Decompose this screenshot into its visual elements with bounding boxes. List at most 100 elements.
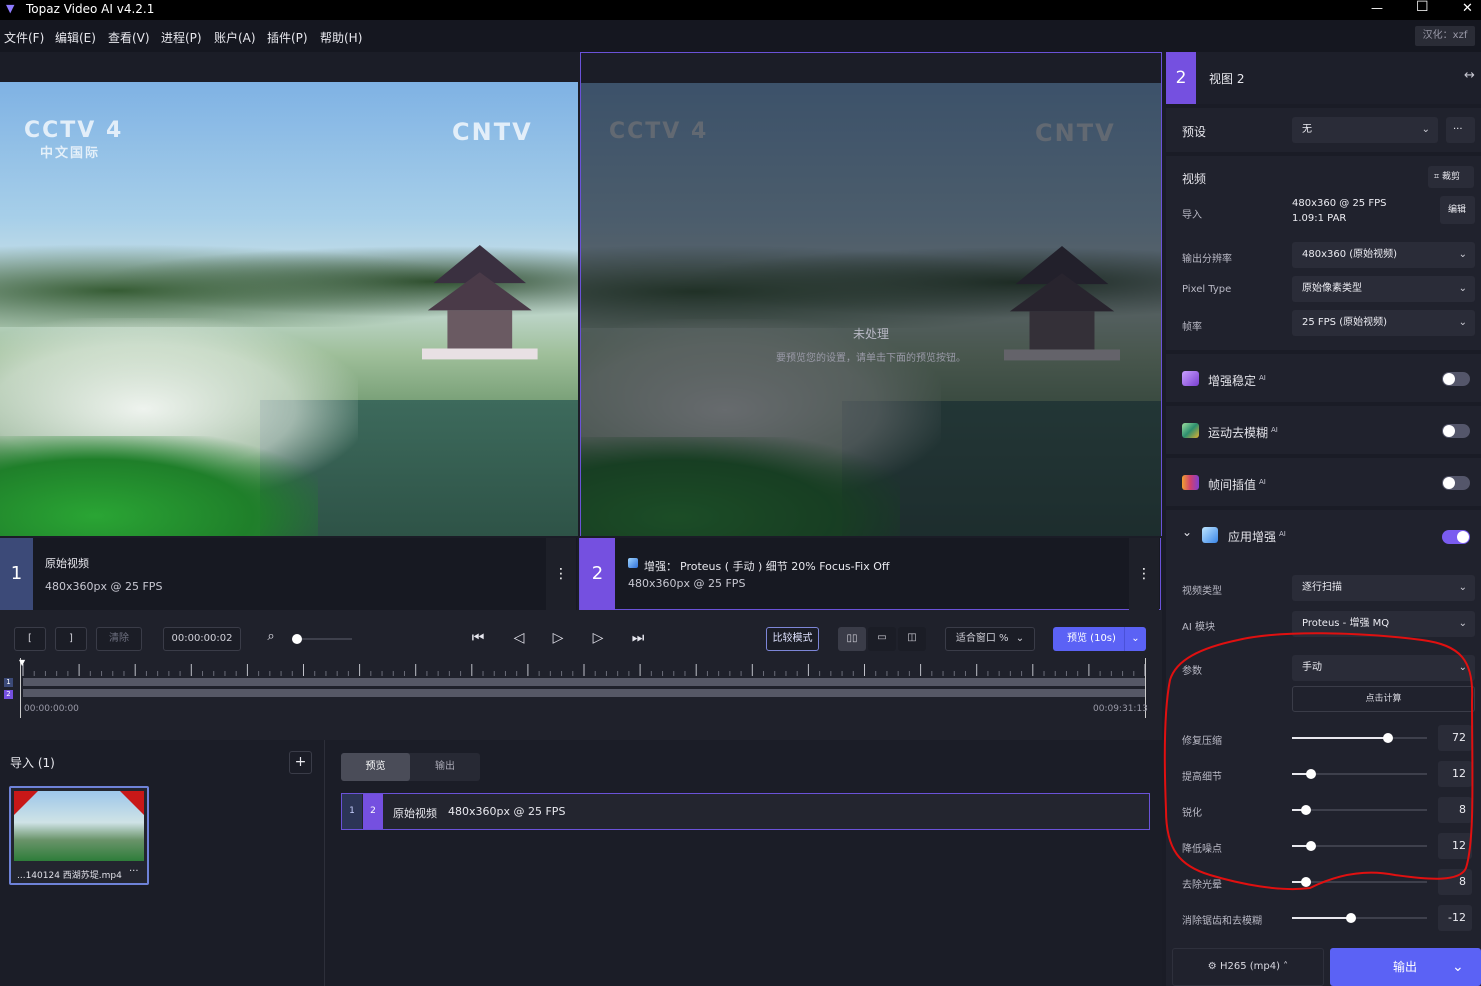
enhanced-video-view[interactable]: CCTV 4 CNTV 未处理 要预览您的设置，请单击下面的预览按钮。 (580, 52, 1162, 536)
mark-out-button[interactable]: ] (55, 627, 87, 651)
param-value-field[interactable]: 12 (1438, 833, 1472, 859)
menu-process[interactable]: 进程(P) (161, 29, 202, 46)
add-import-button[interactable]: + (289, 751, 312, 774)
param-value-field[interactable]: 8 (1438, 797, 1472, 823)
compare-mode-button[interactable]: 比较模式 (766, 627, 819, 651)
chevron-down-icon: ⌄ (1458, 283, 1467, 294)
pane1-name: 原始视频 (45, 557, 89, 570)
queue-row-num2: 2 (363, 794, 383, 829)
pane1-more-icon[interactable]: ⋮ (546, 538, 576, 610)
param-slider[interactable] (1292, 840, 1427, 852)
transport-bar: [ ] 清除 00:00:00:02 ⌕ ⏮ ◁ ▷ ▷ ⏭ 比较模式 ▯▯ ▭… (0, 610, 1162, 740)
param-value-field[interactable]: 8 (1438, 869, 1472, 895)
menu-file[interactable]: 文件(F) (4, 29, 44, 46)
export-button[interactable]: 输出 ⌄ (1330, 948, 1481, 986)
param-value-field[interactable]: 72 (1438, 725, 1472, 751)
pane2-more-icon[interactable]: ⋮ (1129, 538, 1159, 610)
params-dropdown[interactable]: 手动 ⌄ (1292, 655, 1475, 681)
pane2-enh-prefix: 增强： (644, 560, 677, 573)
step-forward-icon[interactable]: ▷ (588, 630, 608, 646)
zoom-slider[interactable] (292, 633, 352, 645)
queue-row-spec: 480x360px @ 25 FPS (448, 805, 566, 818)
timeline-start-time: 00:00:00:00 (24, 704, 79, 714)
clear-button[interactable]: 清除 (96, 627, 142, 651)
param-slider-row: 修复压缩 72 (1166, 724, 1481, 752)
menu-edit[interactable]: 编辑(E) (55, 29, 96, 46)
menu-account[interactable]: 账户(A) (214, 29, 256, 46)
ai-model-dropdown[interactable]: Proteus - 增强 MQ ⌄ (1292, 611, 1475, 637)
playhead-icon[interactable]: ▼ (19, 658, 25, 667)
param-slider[interactable] (1292, 768, 1427, 780)
original-video-view[interactable]: CCTV 4 中文国际 CNTV (0, 82, 578, 536)
side-by-side-view-icon[interactable]: ▯▯ (838, 627, 866, 651)
timeline[interactable]: 00:00:00:00 00:09:31:13 ▼ (19, 658, 1148, 718)
preview-dropdown-icon[interactable]: ⌄ (1124, 627, 1146, 651)
go-start-icon[interactable]: ⏮ (468, 630, 488, 646)
step-back-icon[interactable]: ◁ (509, 630, 529, 646)
param-slider[interactable] (1292, 912, 1427, 924)
mark-in-button[interactable]: [ (14, 627, 46, 651)
fps-dropdown[interactable]: 25 FPS (原始视频) ⌄ (1292, 310, 1475, 336)
param-label: 去除光晕 (1182, 880, 1222, 891)
param-value-field[interactable]: -12 (1438, 905, 1472, 931)
deblur-toggle[interactable] (1442, 424, 1470, 438)
preset-value: 无 (1302, 124, 1312, 135)
param-slider[interactable] (1292, 732, 1427, 744)
collapse-chevron-icon[interactable]: ⌄ (1182, 525, 1192, 539)
unprocessed-hint: 要预览您的设置，请单击下面的预览按钮。 (776, 353, 966, 364)
menu-view[interactable]: 查看(V) (108, 29, 150, 46)
video-type-dropdown[interactable]: 逐行扫描 ⌄ (1292, 575, 1475, 601)
menu-help[interactable]: 帮助(H) (320, 29, 362, 46)
queue-row[interactable]: 1 2 原始视频 480x360px @ 25 FPS (341, 793, 1150, 830)
pane2-info[interactable]: 2 增强： Proteus ( 手动 ) 细节 20% Focus-Fix Of… (579, 538, 1161, 610)
zoom-icon[interactable]: ⌕ (262, 629, 280, 644)
export-label: 输出 (1393, 960, 1418, 974)
edit-button[interactable]: 编辑 (1440, 196, 1475, 224)
import-file-more-icon[interactable]: ··· (129, 866, 139, 877)
preset-dropdown[interactable]: 无 ⌄ (1292, 117, 1438, 143)
minimize-button[interactable]: — (1371, 1, 1383, 15)
pane1-number: 1 (0, 538, 33, 610)
param-slider-row: 降低噪点 12 (1166, 832, 1481, 860)
go-end-icon[interactable]: ⏭ (628, 630, 648, 646)
pixel-type-value: 原始像素类型 (1302, 283, 1362, 294)
preset-more-button[interactable]: ··· (1446, 117, 1475, 143)
timeline-end-time: 00:09:31:13 (1093, 704, 1148, 714)
interp-toggle[interactable] (1442, 476, 1470, 490)
fit-window-dropdown[interactable]: 适合窗口 % ⌄ (945, 627, 1035, 651)
single-view-icon[interactable]: ▭ (868, 627, 896, 651)
timecode-field[interactable]: 00:00:00:02 (163, 627, 241, 651)
split-view-icon[interactable]: ◫ (898, 627, 926, 651)
menu-plugins[interactable]: 插件(P) (267, 29, 308, 46)
chevron-down-icon: ⌄ (1421, 124, 1430, 135)
maximize-button[interactable]: ☐ (1416, 0, 1429, 15)
chevron-down-icon: ⌄ (1458, 317, 1467, 328)
preview-button[interactable]: 预览 (10s) ⌄ (1053, 627, 1146, 651)
tab-preview[interactable]: 预览 (341, 753, 410, 781)
param-value-field[interactable]: 12 (1438, 761, 1472, 787)
codec-button[interactable]: ⚙ H265 (mp4) ˄ (1172, 948, 1324, 986)
stabilize-toggle[interactable] (1442, 372, 1470, 386)
pane1-info[interactable]: 1 原始视频 480x360px @ 25 FPS ⋮ (0, 538, 577, 610)
chevron-down-icon: ⌄ (1458, 618, 1467, 629)
ai-model-value: Proteus - 增强 MQ (1302, 618, 1390, 629)
import-thumbnail-card[interactable]: ...140124 西湖苏堤.mp4 ··· (9, 786, 149, 885)
queue-tabs: 预览 输出 (341, 753, 480, 781)
crop-button[interactable]: ⌗ 裁剪 (1428, 166, 1474, 188)
param-slider[interactable] (1292, 804, 1427, 816)
enhance-toggle[interactable] (1442, 530, 1470, 544)
close-button[interactable]: ✕ (1462, 1, 1473, 16)
expand-icon[interactable]: ↔ (1464, 68, 1475, 83)
export-dropdown-icon[interactable]: ⌄ (1452, 948, 1464, 986)
import-file-name: ...140124 西湖苏堤.mp4 (17, 871, 122, 881)
play-icon[interactable]: ▷ (548, 630, 568, 646)
pixel-type-dropdown[interactable]: 原始像素类型 ⌄ (1292, 276, 1475, 302)
param-slider[interactable] (1292, 876, 1427, 888)
codec-label: H265 (mp4) (1219, 961, 1280, 972)
track-1-marker: 1 (4, 678, 13, 687)
enhance-text: 应用增强 (1228, 530, 1277, 544)
param-label: 锐化 (1182, 808, 1202, 819)
output-res-dropdown[interactable]: 480x360 (原始视频) ⌄ (1292, 242, 1475, 268)
auto-calc-button[interactable]: 点击计算 (1292, 686, 1475, 712)
tab-output[interactable]: 输出 (410, 753, 480, 781)
